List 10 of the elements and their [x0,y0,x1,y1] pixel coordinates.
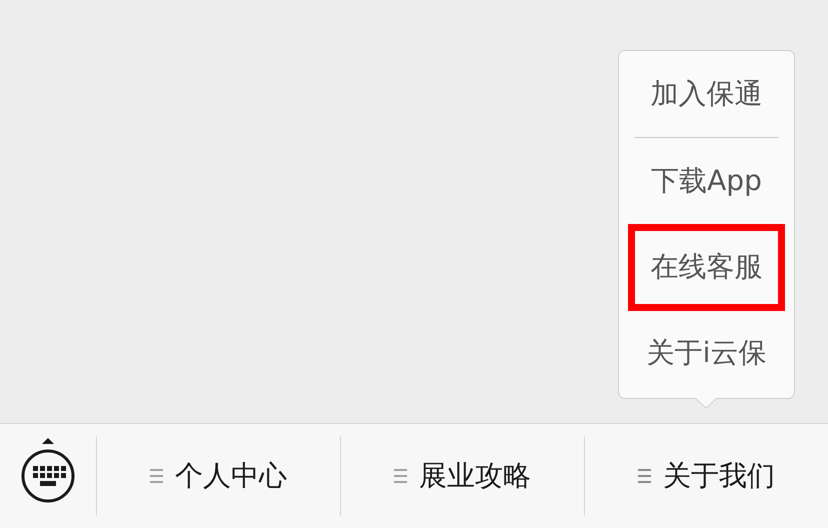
menu-icon [638,469,651,483]
bottom-menu-tab[interactable]: 展业攻略 [340,436,584,516]
menu-item[interactable]: 关于i云保 [628,310,785,396]
bottom-menu-tab[interactable]: 关于我们 [584,436,828,516]
bottom-menu-tab[interactable]: 个人中心 [96,436,340,516]
menu-item[interactable]: 下载App [628,138,785,224]
menu-icon [394,469,407,483]
menu-icon [150,469,163,483]
menu-item[interactable]: 加入保通 [628,50,785,138]
menu-item[interactable]: 在线客服 [628,224,785,310]
